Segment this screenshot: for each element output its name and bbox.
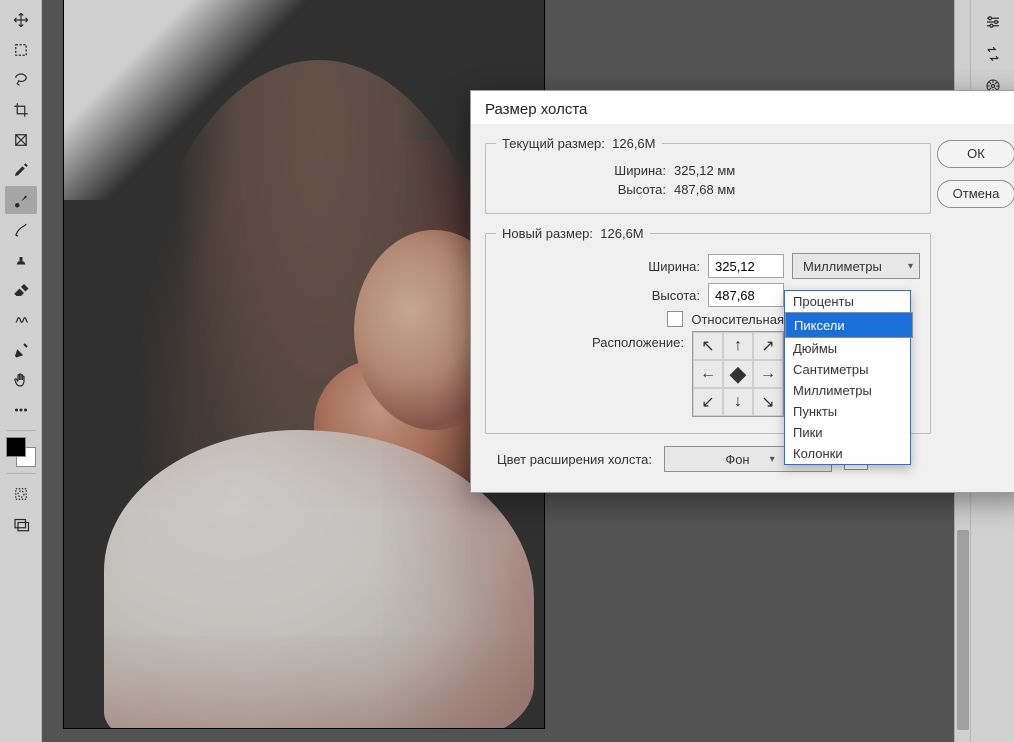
anchor-nw[interactable]: ↖ — [693, 332, 723, 360]
relative-label: Относительная — [691, 312, 784, 327]
unit-option-picas[interactable]: Пики — [785, 422, 910, 443]
lasso-tool[interactable] — [5, 66, 37, 94]
unit-option-millimeters[interactable]: Миллиметры — [785, 380, 910, 401]
foreground-color-swatch[interactable] — [6, 437, 26, 457]
brush-tool[interactable] — [5, 186, 37, 214]
anchor-grid[interactable]: ↖ ↑ ↗ ← ◆ → ↙ ↓ ↘ — [692, 331, 784, 417]
anchor-e[interactable]: → — [753, 360, 783, 388]
new-height-label: Высота: — [652, 288, 700, 303]
new-width-label: Ширина: — [648, 259, 700, 274]
anchor-sw[interactable]: ↙ — [693, 388, 723, 416]
anchor-ne[interactable]: ↗ — [753, 332, 783, 360]
clone-stamp-tool[interactable] — [5, 246, 37, 274]
crop-tool[interactable] — [5, 96, 37, 124]
unit-option-inches[interactable]: Дюймы — [785, 338, 910, 359]
unit-option-pixels[interactable]: Пиксели — [785, 312, 913, 338]
canvas-size-dialog: Размер холста Текущий размер: 126,6M Шир… — [470, 90, 1014, 493]
quickmask-tool[interactable] — [5, 480, 37, 508]
current-height-label: Высота: — [618, 182, 666, 197]
anchor-label: Расположение: — [592, 335, 684, 350]
mixer-brush-tool[interactable] — [5, 216, 37, 244]
unit-option-points[interactable]: Пункты — [785, 401, 910, 422]
artboard-tool[interactable] — [5, 36, 37, 64]
unit-option-columns[interactable]: Колонки — [785, 443, 910, 464]
ok-button[interactable]: ОК — [937, 140, 1014, 168]
new-size-legend: Новый размер: 126,6M — [496, 226, 650, 241]
pen-tool[interactable] — [5, 336, 37, 364]
scrollbar-thumb[interactable] — [957, 530, 969, 730]
eyedropper-tool[interactable] — [5, 156, 37, 184]
new-width-input[interactable] — [708, 254, 784, 278]
anchor-n[interactable]: ↑ — [723, 332, 753, 360]
move-tool[interactable] — [5, 6, 37, 34]
unit-option-percent[interactable]: Проценты — [785, 291, 910, 312]
more-tools[interactable] — [5, 396, 37, 424]
tool-separator — [6, 473, 36, 474]
new-height-input[interactable] — [708, 283, 784, 307]
dialog-title: Размер холста — [471, 91, 1014, 124]
tool-separator — [6, 430, 36, 431]
extension-color-value: Фон — [725, 452, 749, 467]
unit-option-centimeters[interactable]: Сантиметры — [785, 359, 910, 380]
relative-checkbox[interactable] — [667, 311, 683, 327]
current-size-group: Текущий размер: 126,6M Ширина: 325,12 мм… — [485, 136, 931, 214]
hand-tool[interactable] — [5, 366, 37, 394]
dimension-swap-icon[interactable] — [977, 40, 1009, 68]
width-unit-value: Миллиметры — [803, 259, 882, 274]
chevron-down-icon: ▾ — [908, 261, 913, 272]
current-width-value: 325,12 мм — [674, 163, 784, 178]
width-unit-select[interactable]: Миллиметры ▾ — [792, 253, 920, 279]
cancel-button[interactable]: Отмена — [937, 180, 1014, 208]
anchor-w[interactable]: ← — [693, 360, 723, 388]
tools-panel — [0, 0, 42, 742]
chevron-down-icon: ▾ — [770, 454, 775, 465]
current-size-legend: Текущий размер: 126,6M — [496, 136, 662, 151]
unit-dropdown[interactable]: Проценты Пиксели Дюймы Сантиметры Миллим… — [784, 290, 911, 465]
current-height-value: 487,68 мм — [674, 182, 784, 197]
extension-color-label: Цвет расширения холста: — [497, 452, 652, 467]
frame-tool[interactable] — [5, 126, 37, 154]
color-swatches[interactable] — [6, 437, 36, 467]
anchor-se[interactable]: ↘ — [753, 388, 783, 416]
screenmode-tool[interactable] — [5, 510, 37, 538]
eraser-tool[interactable] — [5, 276, 37, 304]
gradient-tool[interactable] — [5, 306, 37, 334]
current-width-label: Ширина: — [614, 163, 666, 178]
anchor-s[interactable]: ↓ — [723, 388, 753, 416]
sliders-icon[interactable] — [977, 8, 1009, 36]
photo-top-light — [64, 0, 324, 200]
anchor-center[interactable]: ◆ — [723, 360, 753, 388]
